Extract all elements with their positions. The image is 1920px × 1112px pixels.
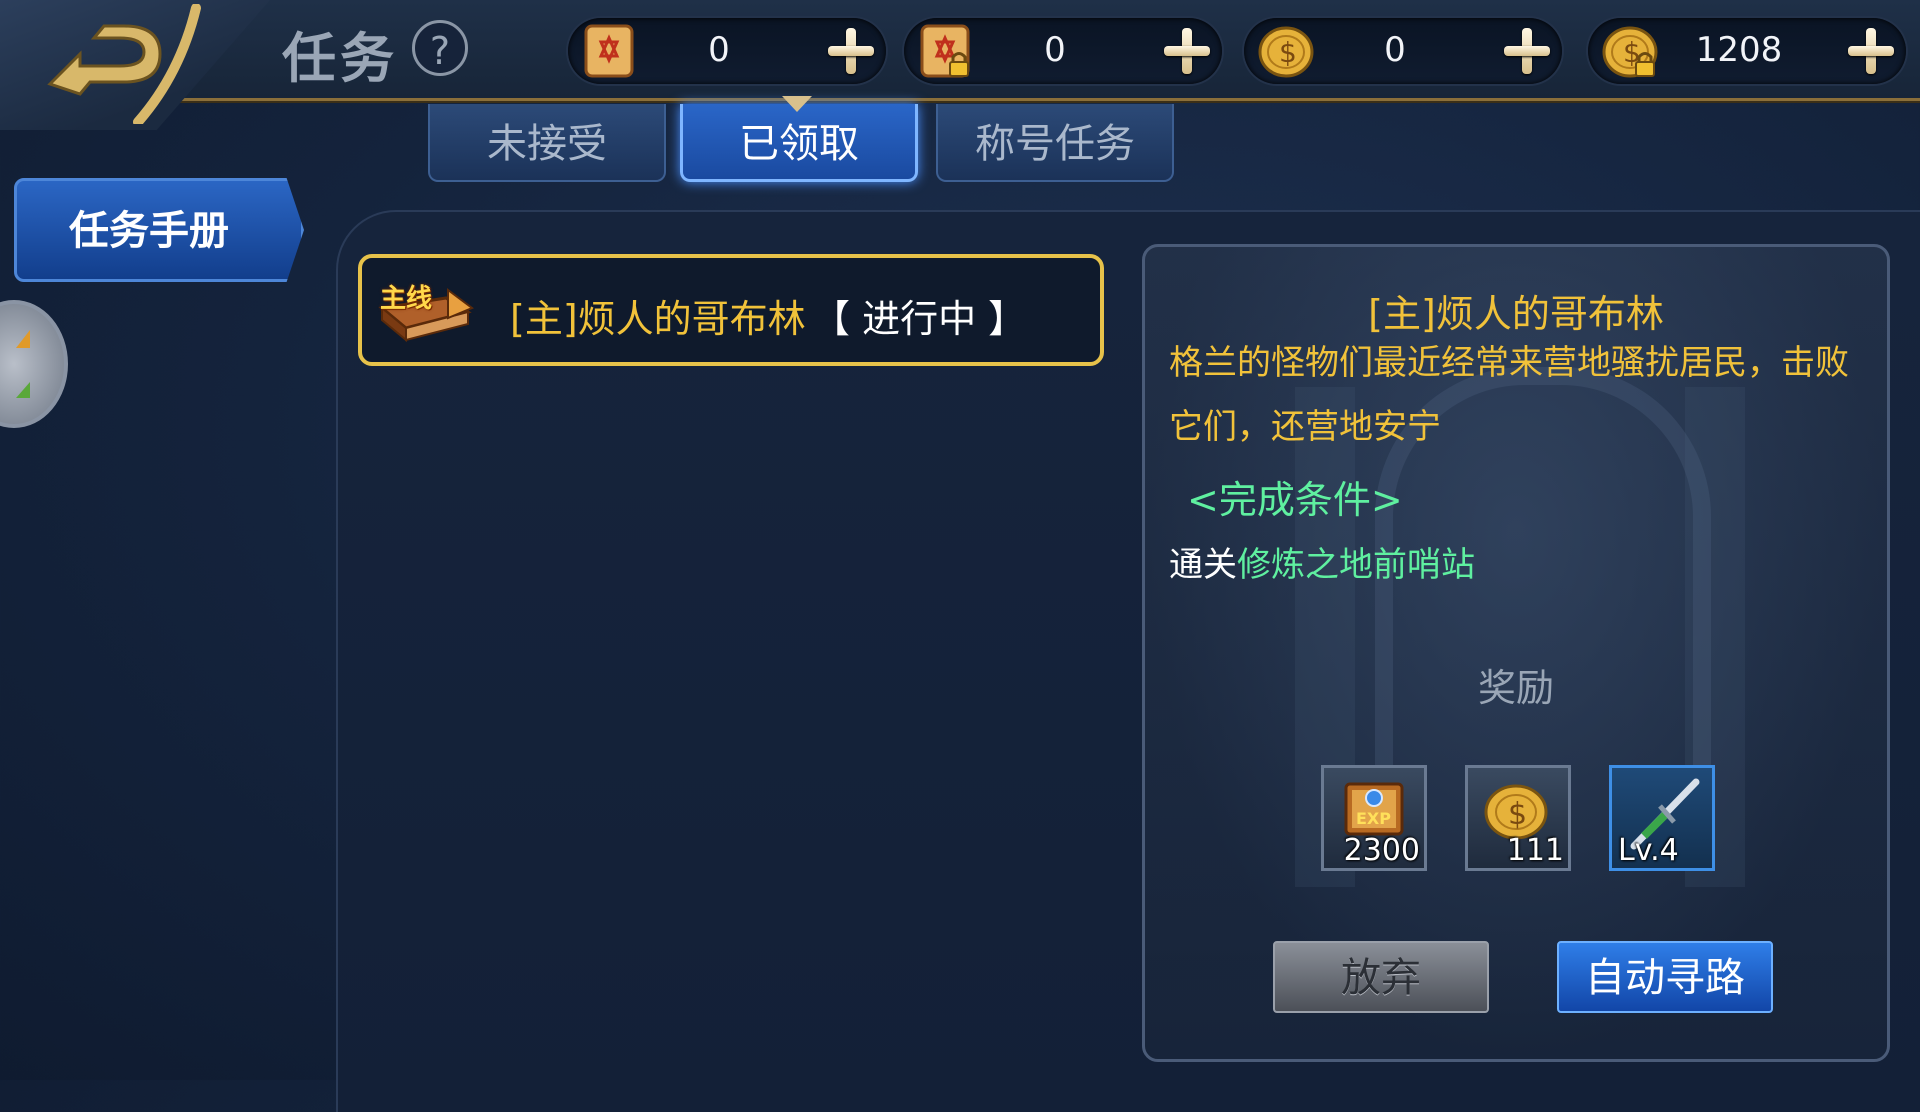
scroll-icon <box>584 24 634 78</box>
back-arrow-icon <box>47 4 201 124</box>
currency-locked-gold: $ 1208 <box>1588 18 1906 84</box>
svg-text:$: $ <box>1508 797 1527 832</box>
quest-status: 【 进行中 】 <box>812 297 1027 341</box>
add-gold-button[interactable] <box>1500 24 1554 78</box>
add-locked-scroll-button[interactable] <box>1160 24 1214 78</box>
help-button[interactable]: ? <box>412 20 468 76</box>
detail-description: 格兰的怪物们最近经常来营地骚扰居民，击败它们，还营地安宁 <box>1169 343 1849 447</box>
tab-indicator-icon <box>782 96 812 112</box>
target-prefix: 通关 <box>1169 545 1237 585</box>
reward-label: 奖励 <box>1477 666 1554 710</box>
quest-name: [主]烦人的哥布林 <box>510 297 806 341</box>
reward-slot-exp[interactable]: EXP 2300 <box>1321 765 1427 871</box>
currency-gold: $ 0 <box>1244 18 1562 84</box>
reward-slot-weapon[interactable]: Lv.4 <box>1609 765 1715 871</box>
abandon-button[interactable]: 放弃 <box>1273 941 1489 1013</box>
reward-amount: 2300 <box>1343 833 1420 868</box>
auto-pathfind-button[interactable]: 自动寻路 <box>1557 941 1773 1013</box>
currency-value: 0 <box>1044 30 1066 70</box>
locked-scroll-icon <box>920 24 970 78</box>
locked-gold-coin-icon: $ <box>1602 26 1658 78</box>
target-location-link[interactable]: 修炼之地前哨站 <box>1237 545 1475 585</box>
add-locked-gold-button[interactable] <box>1844 24 1898 78</box>
reward-level: Lv.4 <box>1618 833 1679 868</box>
main-quest-badge: 主线 <box>380 284 433 314</box>
quest-list-item[interactable]: 主线 [主]烦人的哥布林 【 进行中 】 <box>358 254 1104 366</box>
reward-slot-gold[interactable]: $ 111 <box>1465 765 1571 871</box>
currency-value: 0 <box>1384 30 1406 70</box>
completion-target: 通关修炼之地前哨站 <box>1169 537 1475 586</box>
quest-detail-panel: [主]烦人的哥布林 格兰的怪物们最近经常来营地骚扰居民，击败它们，还营地安宁 <… <box>1142 244 1890 1062</box>
tab-not-accepted[interactable]: 未接受 <box>428 104 666 182</box>
svg-text:$: $ <box>1279 36 1297 69</box>
page-title: 任务 <box>282 27 398 90</box>
currency-value: 1208 <box>1695 30 1783 70</box>
gold-coin-icon: $ <box>1258 26 1314 78</box>
back-button[interactable] <box>0 0 270 130</box>
reward-amount: 111 <box>1506 833 1564 868</box>
completion-condition-label: <完成条件> <box>1187 478 1403 522</box>
currency-value: 0 <box>708 30 730 70</box>
sidebar-item-quest-handbook[interactable]: 任务手册 <box>14 178 304 282</box>
side-toggle-icon[interactable] <box>0 300 68 428</box>
currency-scroll: 0 <box>568 18 886 84</box>
add-scroll-button[interactable] <box>824 24 878 78</box>
tab-title-quests[interactable]: 称号任务 <box>936 104 1174 182</box>
currency-locked-scroll: 0 <box>904 18 1222 84</box>
top-bar: 任务 ? 0 0 $ 0 $ 1208 <box>0 0 1920 130</box>
svg-text:EXP: EXP <box>1356 809 1391 828</box>
detail-title: [主]烦人的哥布林 <box>1368 292 1664 336</box>
